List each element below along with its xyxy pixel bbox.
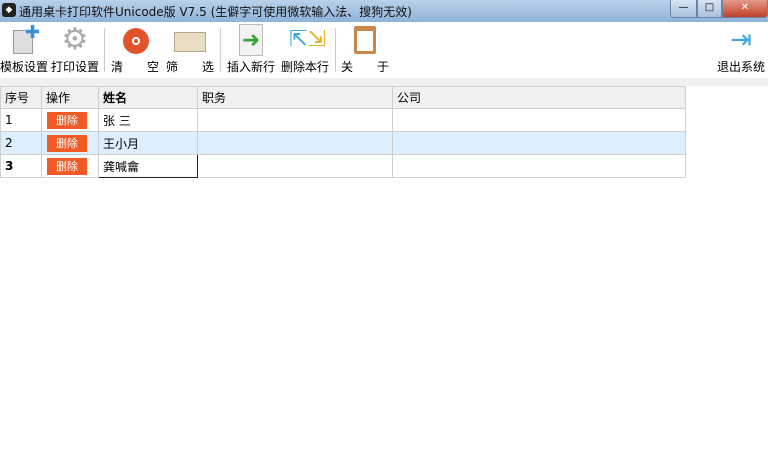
template-add-icon: ✚ <box>7 24 40 56</box>
data-grid: 序号 操作 姓名 职务 公司 1 删除 张 三 2 删除 王小月 3 删除 龚喊… <box>0 86 686 178</box>
table-row[interactable]: 2 删除 王小月 <box>0 131 686 155</box>
row-number: 2 <box>0 131 42 155</box>
maximize-button[interactable]: □ <box>697 0 722 18</box>
print-settings-button[interactable]: ⚙ 打印设置 <box>50 24 100 76</box>
template-settings-button[interactable]: ✚ 模板设置 <box>0 24 48 76</box>
close-button[interactable]: ✕ <box>722 0 768 18</box>
title-bar: ◆ 通用桌卡打印软件Unicode版 V7.5 (生僻字可使用微软输入法、搜狗无… <box>0 0 768 22</box>
insert-row-button[interactable]: ➜ 插入新行 <box>226 24 276 76</box>
toolbar-divider <box>0 78 768 86</box>
delete-button[interactable]: 删除 <box>47 157 87 175</box>
delete-button[interactable]: 删除 <box>47 134 87 152</box>
header-action[interactable]: 操作 <box>41 86 99 109</box>
exit-icon: ⇥ <box>730 25 752 55</box>
delete-row-button[interactable]: ⇱⇲ 删除本行 <box>280 24 330 76</box>
toolbar: ✚ 模板设置 ⚙ 打印设置 清 空 筛 选 ➜ 插入新行 ⇱⇲ 删除本行 关 于… <box>0 22 768 78</box>
separator <box>220 28 221 72</box>
about-button[interactable]: 关 于 <box>340 24 390 76</box>
company-cell[interactable] <box>392 108 686 132</box>
action-cell: 删除 <box>41 108 99 132</box>
row-number: 3 <box>0 154 42 178</box>
title-cell[interactable] <box>197 108 393 132</box>
filter-button[interactable]: 筛 选 <box>165 24 215 76</box>
row-number: 1 <box>0 108 42 132</box>
window-title: 通用桌卡打印软件Unicode版 V7.5 (生僻字可使用微软输入法、搜狗无效) <box>19 5 412 19</box>
header-name[interactable]: 姓名 <box>98 86 198 109</box>
gear-icon: ⚙ <box>61 22 89 57</box>
delete-button[interactable]: 删除 <box>47 111 87 129</box>
delete-row-icon: ⇱⇲ <box>289 27 326 52</box>
title-cell[interactable] <box>197 131 393 155</box>
card-icon <box>174 24 206 56</box>
name-cell[interactable]: 王小月 <box>98 131 198 155</box>
clipboard-icon <box>349 24 381 56</box>
separator <box>104 28 105 72</box>
company-cell[interactable] <box>392 131 686 155</box>
app-icon: ◆ <box>2 3 16 17</box>
action-cell: 删除 <box>41 131 99 155</box>
header-title[interactable]: 职务 <box>197 86 393 109</box>
company-cell[interactable] <box>392 154 686 178</box>
insert-row-icon: ➜ <box>239 24 263 56</box>
table-row[interactable]: 1 删除 张 三 <box>0 108 686 132</box>
name-cell-editing[interactable]: 龚喊龠 <box>98 154 198 178</box>
separator <box>335 28 336 72</box>
header-no[interactable]: 序号 <box>0 86 42 109</box>
exit-button[interactable]: ⇥ 退出系统 <box>716 24 766 76</box>
title-cell[interactable] <box>197 154 393 178</box>
table-row[interactable]: 3 删除 龚喊龠 <box>0 154 686 178</box>
minimize-button[interactable]: — <box>670 0 697 18</box>
action-cell: 删除 <box>41 154 99 178</box>
name-cell[interactable]: 张 三 <box>98 108 198 132</box>
header-row: 序号 操作 姓名 职务 公司 <box>0 86 686 109</box>
header-company[interactable]: 公司 <box>392 86 686 109</box>
clear-button[interactable]: 清 空 <box>110 24 160 76</box>
clear-icon <box>119 24 151 56</box>
